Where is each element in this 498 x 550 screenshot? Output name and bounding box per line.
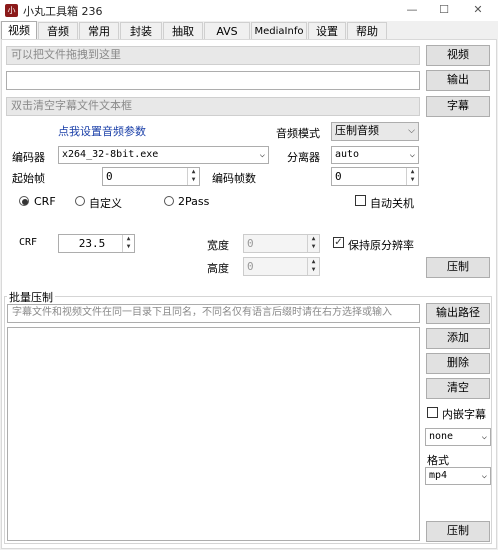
video-button[interactable]: 视频 xyxy=(426,45,490,66)
batch-hint-input[interactable]: 字幕文件和视频文件在同一目录下且同名，不同名仅有语言后缀时请在右方选择或输入 xyxy=(7,304,420,323)
audio-mode-label: 音频模式 xyxy=(276,127,320,140)
title-bar: 小 小丸工具箱 236 — ☐ ✕ xyxy=(0,0,498,21)
width-value: 0 xyxy=(247,237,254,250)
height-input[interactable]: 0 ▲ ▼ xyxy=(243,257,320,276)
auto-shutdown-label[interactable]: 自动关机 xyxy=(370,195,414,211)
batch-file-list[interactable] xyxy=(7,327,420,541)
width-input[interactable]: 0 ▲ ▼ xyxy=(243,234,320,253)
encode-button[interactable]: 压制 xyxy=(426,257,490,278)
window-title: 小丸工具箱 236 xyxy=(23,5,103,18)
batch-group-label: 批量压制 xyxy=(7,289,55,305)
tab-avs[interactable]: AVS xyxy=(204,22,250,39)
maximize-button[interactable]: ☐ xyxy=(428,0,460,20)
crf-input[interactable]: 23.5 ▲ ▼ xyxy=(58,234,135,253)
delete-button[interactable]: 删除 xyxy=(426,353,490,374)
demuxer-label: 分离器 xyxy=(287,151,320,164)
start-frame-label: 起始帧 xyxy=(12,172,45,185)
chevron-down-icon: ⌵ xyxy=(259,150,265,160)
tab-settings[interactable]: 设置 xyxy=(308,22,346,39)
embed-subtitle-label[interactable]: 内嵌字幕 xyxy=(442,406,486,422)
demuxer-select[interactable]: auto ⌵ xyxy=(331,146,419,164)
format-label: 格式 xyxy=(427,454,449,467)
tab-common[interactable]: 常用 xyxy=(79,22,119,39)
radio-crf[interactable] xyxy=(19,196,29,206)
auto-shutdown-checkbox[interactable] xyxy=(355,195,366,206)
subtitle-button[interactable]: 字幕 xyxy=(426,96,490,117)
encode-frames-input[interactable]: 0 ▲ ▼ xyxy=(331,167,419,186)
clear-button[interactable]: 清空 xyxy=(426,378,490,399)
audio-settings-link[interactable]: 点我设置音频参数 xyxy=(58,123,146,139)
spinner-arrows-icon[interactable]: ▲ ▼ xyxy=(406,168,418,185)
width-label: 宽度 xyxy=(207,239,229,252)
crf-value: 23.5 xyxy=(78,237,106,250)
keep-resolution-label[interactable]: 保持原分辨率 xyxy=(348,237,414,253)
height-value: 0 xyxy=(247,260,254,273)
crf-label: CRF xyxy=(19,237,38,248)
chevron-down-icon: ⌵ xyxy=(409,150,415,160)
demuxer-value: auto xyxy=(335,149,360,160)
app-icon: 小 xyxy=(5,4,18,17)
spinner-arrows-icon[interactable]: ▲ ▼ xyxy=(122,235,134,252)
output-path-button[interactable]: 输出路径 xyxy=(426,303,490,324)
audio-mode-select[interactable]: 压制音频 ⌵ xyxy=(331,122,419,141)
tab-mux[interactable]: 封装 xyxy=(120,22,162,39)
encode-frames-value: 0 xyxy=(335,170,342,183)
minimize-button[interactable]: — xyxy=(396,0,428,20)
start-frame-value: 0 xyxy=(106,170,113,183)
radio-2pass[interactable] xyxy=(164,196,174,206)
batch-encode-button[interactable]: 压制 xyxy=(426,521,490,542)
keep-resolution-checkbox[interactable]: ✓ xyxy=(333,237,344,248)
chevron-down-icon: ⌵ xyxy=(481,432,487,442)
chevron-down-icon: ⌵ xyxy=(408,126,415,136)
subtitle-lang-value: none xyxy=(429,431,454,442)
audio-mode-value: 压制音频 xyxy=(335,124,379,137)
tab-video[interactable]: 视频 xyxy=(1,21,37,40)
tab-audio[interactable]: 音频 xyxy=(38,22,78,39)
close-button[interactable]: ✕ xyxy=(462,0,494,20)
height-label: 高度 xyxy=(207,262,229,275)
encode-frames-label: 编码帧数 xyxy=(212,172,256,185)
radio-custom[interactable] xyxy=(75,196,85,206)
video-file-input[interactable]: 可以把文件拖拽到这里 xyxy=(6,46,420,65)
spinner-arrows-icon[interactable]: ▲ ▼ xyxy=(187,168,199,185)
add-button[interactable]: 添加 xyxy=(426,328,490,349)
format-select[interactable]: mp4 ⌵ xyxy=(425,467,491,485)
radio-custom-label[interactable]: 自定义 xyxy=(89,195,122,211)
encoder-select[interactable]: x264_32-8bit.exe ⌵ xyxy=(58,146,269,164)
output-button[interactable]: 输出 xyxy=(426,70,490,91)
output-file-input[interactable] xyxy=(6,71,420,90)
chevron-down-icon: ⌵ xyxy=(481,471,487,481)
spinner-arrows-icon[interactable]: ▲ ▼ xyxy=(307,235,319,252)
radio-crf-label[interactable]: CRF xyxy=(34,195,56,208)
tab-mediainfo[interactable]: MediaInfo xyxy=(251,22,307,39)
subtitle-lang-select[interactable]: none ⌵ xyxy=(425,428,491,446)
start-frame-input[interactable]: 0 ▲ ▼ xyxy=(102,167,200,186)
tab-extract[interactable]: 抽取 xyxy=(163,22,203,39)
encoder-value: x264_32-8bit.exe xyxy=(62,149,159,160)
format-value: mp4 xyxy=(429,470,448,481)
subtitle-file-input[interactable]: 双击清空字幕文件文本框 xyxy=(6,97,420,116)
embed-subtitle-checkbox[interactable] xyxy=(427,407,438,418)
spinner-arrows-icon[interactable]: ▲ ▼ xyxy=(307,258,319,275)
radio-2pass-label[interactable]: 2Pass xyxy=(178,195,209,208)
encoder-label: 编码器 xyxy=(12,151,45,164)
tab-help[interactable]: 帮助 xyxy=(347,22,387,39)
